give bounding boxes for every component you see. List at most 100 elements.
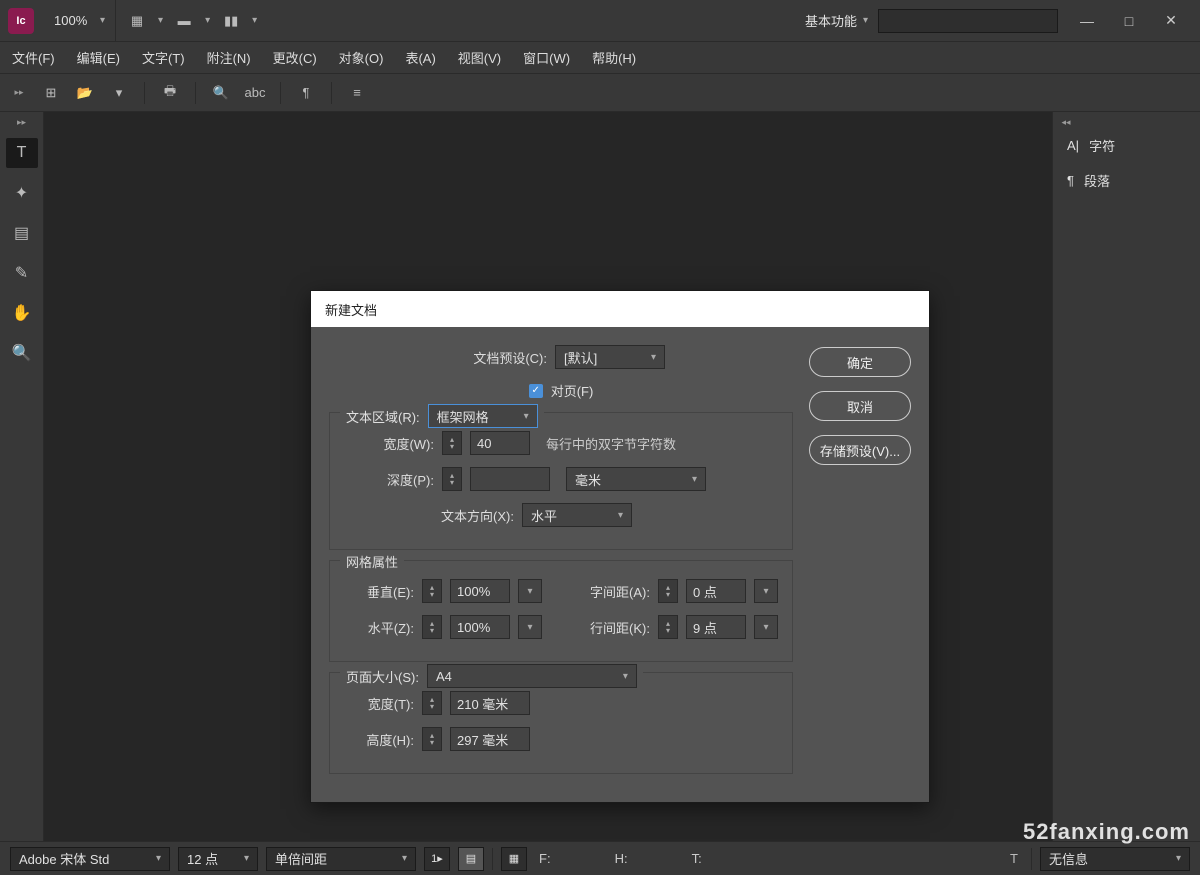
- vert-dd[interactable]: ▾: [518, 579, 542, 603]
- preset-label: 文档预设(C):: [457, 348, 547, 367]
- line-sp-input[interactable]: 9 点: [686, 615, 746, 639]
- page-height-input[interactable]: 297 毫米: [450, 727, 530, 751]
- view-mode-1-icon[interactable]: ▦: [128, 14, 146, 28]
- paragraph-panel-button[interactable]: ¶ 段落: [1053, 163, 1200, 198]
- new-icon[interactable]: ⊞: [42, 86, 60, 100]
- info-dropdown[interactable]: 无信息▾: [1040, 847, 1190, 871]
- char-sp-input[interactable]: 0 点: [686, 579, 746, 603]
- zoom-tool[interactable]: 🔍: [6, 338, 38, 368]
- text-area-legend: 文本区域(R):: [346, 407, 420, 426]
- line-sp-dd[interactable]: ▾: [754, 615, 778, 639]
- watermark: 52fanxing.com: [1023, 819, 1190, 845]
- title-bar: Ic 100% ▾ ▦▾ ▬▾ ▮▮▾ 基本功能 ▾ — □ ✕: [0, 0, 1200, 42]
- character-icon: A|: [1067, 138, 1079, 153]
- char-sp-label: 字间距(A):: [570, 582, 650, 601]
- chevron-down-icon: ▾: [863, 15, 868, 26]
- search-icon[interactable]: 🔍: [212, 86, 230, 100]
- vert-spinner[interactable]: ▴▾: [422, 579, 442, 603]
- dialog-title: 新建文档: [311, 291, 929, 327]
- menu-table[interactable]: 表(A): [405, 48, 435, 67]
- orient-dropdown[interactable]: 水平▾: [522, 503, 632, 527]
- print-icon[interactable]: 🖶: [161, 86, 179, 100]
- cancel-button[interactable]: 取消: [809, 391, 911, 421]
- open-icon[interactable]: 📂: [76, 86, 94, 100]
- char-sp-dd[interactable]: ▾: [754, 579, 778, 603]
- document-canvas: 新建文档 文档预设(C): [默认]▾ ✓ 对页(F): [44, 112, 1052, 841]
- spellcheck-icon[interactable]: abc: [246, 86, 264, 100]
- right-panel: ◂◂ A| 字符 ¶ 段落: [1052, 112, 1200, 841]
- paragraph-icon: ¶: [1067, 173, 1074, 188]
- expand-left-icon[interactable]: ▸▸: [12, 87, 26, 99]
- view-mode-3-icon[interactable]: ▮▮: [222, 14, 240, 28]
- toolbar: ▸▸ ⊞ 📂 ▾ 🖶 🔍 abc ¶ ≡: [0, 74, 1200, 112]
- search-input[interactable]: [878, 9, 1058, 33]
- view-toggle-1[interactable]: 1▸: [424, 847, 450, 871]
- app-logo: Ic: [8, 8, 34, 34]
- page-size-fieldset: 页面大小(S): A4▾ 宽度(T): ▴▾ 210 毫米 高度(H):: [329, 672, 793, 774]
- workspace-dropdown[interactable]: 基本功能 ▾: [795, 11, 878, 30]
- menu-file[interactable]: 文件(F): [12, 48, 55, 67]
- workspace-label: 基本功能: [805, 11, 857, 30]
- horz-spinner[interactable]: ▴▾: [422, 615, 442, 639]
- menu-change[interactable]: 更改(C): [273, 48, 317, 67]
- horz-input[interactable]: 100%: [450, 615, 510, 639]
- page-size-legend: 页面大小(S):: [346, 667, 419, 686]
- page-height-spinner[interactable]: ▴▾: [422, 727, 442, 751]
- menu-object[interactable]: 对象(O): [339, 48, 384, 67]
- vert-input[interactable]: 100%: [450, 579, 510, 603]
- char-sp-spinner[interactable]: ▴▾: [658, 579, 678, 603]
- depth-unit-dropdown[interactable]: 毫米▾: [566, 467, 706, 491]
- depth-spinner[interactable]: ▴▾: [442, 467, 462, 491]
- note-tool[interactable]: ✦: [6, 178, 38, 208]
- width-hint: 每行中的双字节字符数: [546, 434, 676, 453]
- horz-label: 水平(Z):: [344, 618, 414, 637]
- maximize-button[interactable]: □: [1108, 7, 1150, 35]
- width-spinner[interactable]: ▴▾: [442, 431, 462, 455]
- f-label: F:: [535, 851, 555, 866]
- page-width-spinner[interactable]: ▴▾: [422, 691, 442, 715]
- hand-tool[interactable]: ✋: [6, 298, 38, 328]
- zoom-dropdown[interactable]: 100% ▾: [44, 0, 116, 41]
- depth-input[interactable]: [470, 467, 550, 491]
- expand-tools-icon[interactable]: ▸▸: [15, 116, 29, 128]
- type-indicator-icon[interactable]: T: [1005, 852, 1023, 866]
- view-mode-2-icon[interactable]: ▬: [175, 14, 193, 28]
- save-preset-button[interactable]: 存储预设(V)...: [809, 435, 911, 465]
- pilcrow-icon[interactable]: ¶: [297, 86, 315, 100]
- collapse-right-icon[interactable]: ◂◂: [1059, 116, 1073, 128]
- vert-label: 垂直(E):: [344, 582, 414, 601]
- font-size-dropdown[interactable]: 12 点▾: [178, 847, 258, 871]
- view-toggle-2[interactable]: ▤: [458, 847, 484, 871]
- save-icon[interactable]: ▾: [110, 86, 128, 100]
- menu-window[interactable]: 窗口(W): [523, 48, 570, 67]
- menu-icon[interactable]: ≡: [348, 86, 366, 100]
- grid-fieldset: 网格属性 垂直(E): ▴▾ 100% ▾ 字间距(A): ▴▾ 0 点 ▾: [329, 560, 793, 662]
- font-family-dropdown[interactable]: Adobe 宋体 Std▾: [10, 847, 170, 871]
- preset-dropdown[interactable]: [默认]▾: [555, 345, 665, 369]
- page-width-input[interactable]: 210 毫米: [450, 691, 530, 715]
- leading-dropdown[interactable]: 单倍间距▾: [266, 847, 416, 871]
- chevron-down-icon: ▾: [100, 15, 105, 26]
- menu-view[interactable]: 视图(V): [458, 48, 501, 67]
- horz-dd[interactable]: ▾: [518, 615, 542, 639]
- close-button[interactable]: ✕: [1150, 7, 1192, 35]
- page-tool[interactable]: ▤: [6, 218, 38, 248]
- menu-notes[interactable]: 附注(N): [207, 48, 251, 67]
- ok-button[interactable]: 确定: [809, 347, 911, 377]
- menu-help[interactable]: 帮助(H): [592, 48, 636, 67]
- type-tool[interactable]: T: [6, 138, 38, 168]
- width-input[interactable]: 40: [470, 431, 530, 455]
- line-sp-spinner[interactable]: ▴▾: [658, 615, 678, 639]
- menu-edit[interactable]: 编辑(E): [77, 48, 120, 67]
- tool-palette: ▸▸ T ✦ ▤ ✎ ✋ 🔍: [0, 112, 44, 841]
- text-area-type-dropdown[interactable]: 框架网格▾: [428, 404, 538, 428]
- menu-text[interactable]: 文字(T): [142, 48, 185, 67]
- character-panel-button[interactable]: A| 字符: [1053, 128, 1200, 163]
- grid-toggle[interactable]: ▦: [501, 847, 527, 871]
- line-sp-label: 行间距(K):: [570, 618, 650, 637]
- minimize-button[interactable]: —: [1066, 7, 1108, 35]
- page-size-dropdown[interactable]: A4▾: [427, 664, 637, 688]
- facing-pages-checkbox[interactable]: ✓: [529, 384, 543, 398]
- menu-bar: 文件(F) 编辑(E) 文字(T) 附注(N) 更改(C) 对象(O) 表(A)…: [0, 42, 1200, 74]
- eyedropper-tool[interactable]: ✎: [6, 258, 38, 288]
